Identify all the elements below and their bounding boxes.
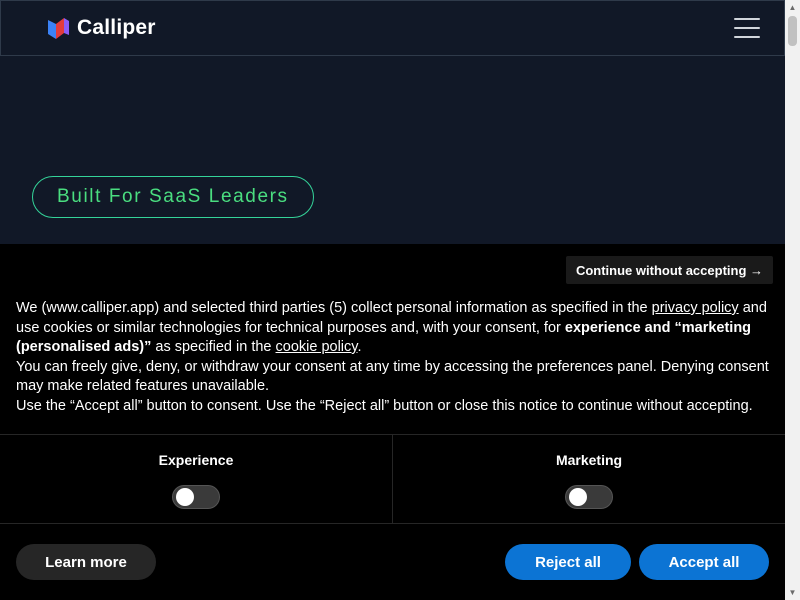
toggle-knob — [176, 488, 194, 506]
notice-text: as specified in the — [151, 339, 276, 355]
accept-all-button[interactable]: Accept all — [639, 544, 769, 580]
menu-bar — [734, 36, 760, 38]
site-header: Calliper — [0, 0, 785, 56]
preference-marketing: Marketing — [392, 435, 785, 523]
brand-name: Calliper — [77, 16, 156, 39]
preference-label: Marketing — [555, 452, 623, 468]
notice-text: We (www.calliper.app) and selected third… — [16, 300, 652, 316]
notice-paragraph-2: You can freely give, deny, or withdraw y… — [16, 358, 769, 395]
calliper-logo-icon — [48, 18, 69, 39]
hamburger-menu-icon[interactable] — [734, 18, 760, 38]
notice-paragraph-1: We (www.calliper.app) and selected third… — [16, 299, 771, 358]
vertical-scrollbar[interactable]: ▲ ▼ — [785, 0, 800, 600]
menu-bar — [734, 18, 760, 20]
scroll-down-arrow-icon[interactable]: ▼ — [785, 585, 800, 600]
brand[interactable]: Calliper — [45, 15, 156, 41]
hero-section: Built For SaaS Leaders — [0, 56, 785, 244]
preference-experience: Experience — [0, 435, 392, 523]
notice-text: . — [357, 339, 362, 355]
continue-without-accepting-button[interactable]: Continue without accepting → — [565, 256, 773, 284]
preference-label: Experience — [158, 452, 234, 468]
experience-toggle[interactable] — [172, 485, 220, 509]
cookie-policy-link[interactable]: cookie policy — [276, 339, 358, 355]
tagline-pill: Built For SaaS Leaders — [32, 176, 314, 218]
scroll-up-arrow-icon[interactable]: ▲ — [785, 0, 800, 15]
consent-preferences: Experience Marketing — [0, 434, 785, 524]
privacy-policy-link[interactable]: privacy policy — [652, 300, 739, 316]
toggle-knob — [569, 488, 587, 506]
reject-all-button[interactable]: Reject all — [505, 544, 631, 580]
learn-more-button[interactable]: Learn more — [16, 544, 156, 580]
menu-bar — [734, 27, 760, 29]
marketing-toggle[interactable] — [565, 485, 613, 509]
notice-paragraph-3: Use the “Accept all” button to consent. … — [16, 397, 753, 414]
consent-notice-text: We (www.calliper.app) and selected third… — [16, 299, 771, 416]
scroll-thumb[interactable] — [788, 16, 797, 46]
cookie-consent-banner: Continue without accepting → We (www.cal… — [0, 244, 785, 600]
